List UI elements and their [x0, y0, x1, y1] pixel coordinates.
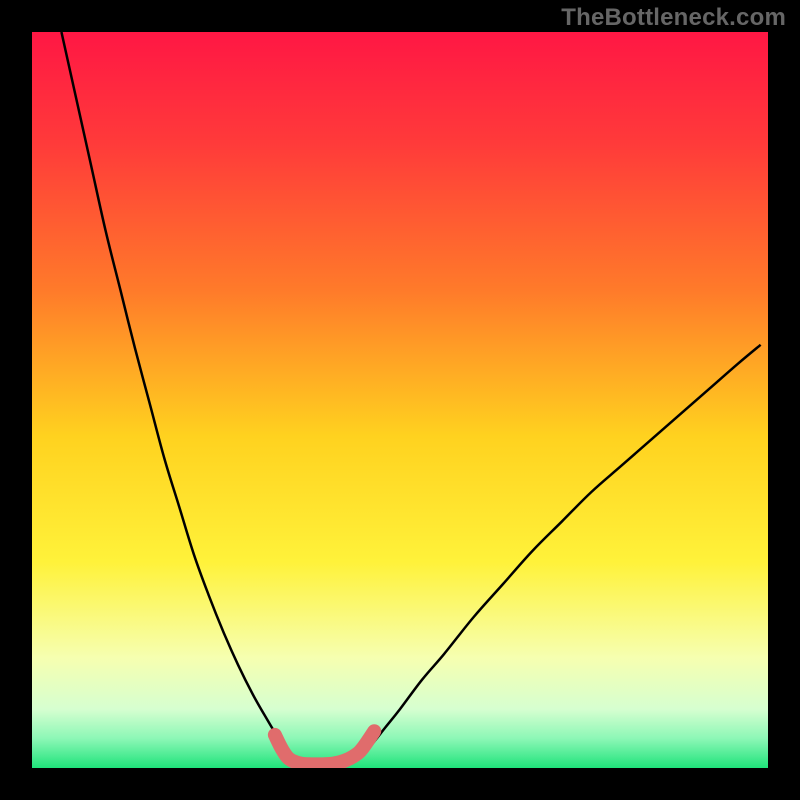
- gradient-background: [32, 32, 768, 768]
- plot-area: [32, 32, 768, 768]
- chart-frame: TheBottleneck.com: [0, 0, 800, 800]
- watermark-text: TheBottleneck.com: [561, 4, 786, 32]
- chart-svg: [32, 32, 768, 768]
